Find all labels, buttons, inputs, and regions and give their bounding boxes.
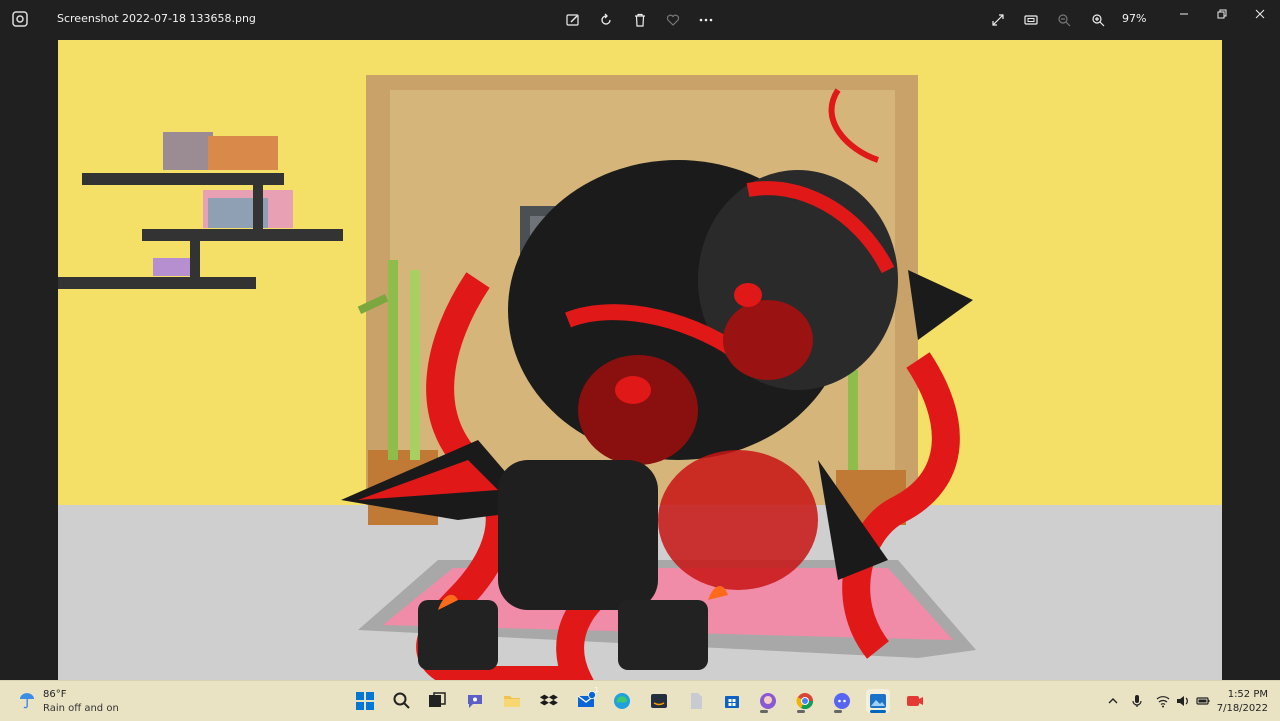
mail-icon <box>577 691 596 707</box>
close-button[interactable] <box>1250 6 1270 22</box>
amazon-icon <box>651 694 667 708</box>
running-indicator <box>797 710 805 713</box>
video-recorder-icon <box>907 696 923 706</box>
microphone-icon <box>1132 695 1142 707</box>
chat-icon <box>468 695 482 708</box>
mail-button[interactable]: 1 <box>574 686 599 713</box>
delete-button[interactable] <box>630 10 650 30</box>
store-icon <box>725 696 739 708</box>
rotate-icon <box>601 13 611 25</box>
photos-icon <box>870 694 886 708</box>
start-button[interactable] <box>353 689 377 713</box>
expand-icon <box>992 14 1004 26</box>
dropbox-button[interactable] <box>537 689 561 713</box>
file-name: Screenshot 2022-07-18 133658.png <box>57 12 256 25</box>
chevron-up-icon <box>1108 698 1118 704</box>
close-icon <box>1255 9 1265 19</box>
more-icon <box>699 18 713 22</box>
chat-button[interactable] <box>463 689 487 713</box>
photos-app-icon <box>12 11 28 27</box>
fullscreen-button[interactable] <box>988 10 1008 30</box>
file-explorer-button[interactable] <box>500 689 524 713</box>
search-button[interactable] <box>390 689 414 713</box>
zoom-in-button[interactable] <box>1088 10 1108 30</box>
displayed-image <box>58 40 1222 680</box>
search-icon <box>393 692 410 709</box>
battery-status[interactable] <box>1195 693 1211 709</box>
game-character-icon <box>760 693 776 709</box>
amazon-button[interactable] <box>647 689 671 713</box>
volume-status[interactable] <box>1175 693 1191 709</box>
fit-icon <box>1024 15 1038 25</box>
mail-badge: 1 <box>594 686 599 694</box>
document-icon <box>691 693 702 709</box>
more-options-button[interactable] <box>696 10 716 30</box>
photos-button[interactable] <box>866 689 890 713</box>
delete-icon <box>635 13 645 27</box>
running-indicator <box>834 710 842 713</box>
task-view-icon <box>429 692 446 707</box>
wifi-icon <box>1156 696 1170 708</box>
edge-browser-icon <box>614 693 630 709</box>
speaker-icon <box>1177 696 1188 706</box>
dropbox-icon <box>539 694 558 706</box>
active-indicator <box>870 710 886 713</box>
store-button[interactable] <box>720 689 744 713</box>
edit-image-button[interactable] <box>563 10 583 30</box>
weather-temperature[interactable]: 86°F <box>43 689 66 700</box>
discord-button[interactable] <box>830 689 854 713</box>
chrome-icon <box>796 693 814 710</box>
clock-date[interactable]: 7/18/2022 <box>1217 703 1268 714</box>
weather-description[interactable]: Rain off and on <box>43 703 119 714</box>
restore-icon <box>1217 9 1227 19</box>
minimize-icon <box>1180 13 1188 15</box>
recorder-button[interactable] <box>903 689 927 713</box>
gacha-app-button[interactable] <box>756 689 780 713</box>
rotate-button[interactable] <box>596 10 616 30</box>
fit-to-window-button[interactable] <box>1021 10 1041 30</box>
windows-logo-icon <box>356 692 374 710</box>
zoom-level[interactable]: 97% <box>1122 12 1146 25</box>
discord-icon <box>834 693 850 709</box>
title-bar: Screenshot 2022-07-18 133658.png 97% <box>0 0 1280 40</box>
folder-icon <box>504 696 520 707</box>
favorite-button[interactable] <box>663 10 683 30</box>
battery-icon <box>1196 697 1210 705</box>
clock-time[interactable]: 1:52 PM <box>1228 689 1268 700</box>
weather-rain-icon[interactable] <box>16 689 38 711</box>
zoom-out-button[interactable] <box>1054 10 1074 30</box>
chrome-button[interactable] <box>793 689 817 713</box>
image-canvas[interactable] <box>58 40 1222 680</box>
taskbar: 86°F Rain off and on 1 1:52 PM 7/18/2022 <box>0 680 1280 721</box>
minimize-button[interactable] <box>1174 6 1194 22</box>
edge-button[interactable] <box>610 689 634 713</box>
wifi-status[interactable] <box>1155 693 1171 709</box>
task-view-button[interactable] <box>425 689 449 713</box>
zoom-in-icon <box>1092 14 1105 27</box>
maximize-button[interactable] <box>1212 6 1232 22</box>
show-hidden-icons-button[interactable] <box>1105 693 1121 709</box>
heart-icon <box>666 14 680 26</box>
running-indicator <box>760 710 768 713</box>
edit-icon <box>566 14 579 26</box>
app-button-grey[interactable] <box>684 689 708 713</box>
microphone-status[interactable] <box>1129 693 1145 709</box>
zoom-out-icon <box>1058 14 1071 27</box>
